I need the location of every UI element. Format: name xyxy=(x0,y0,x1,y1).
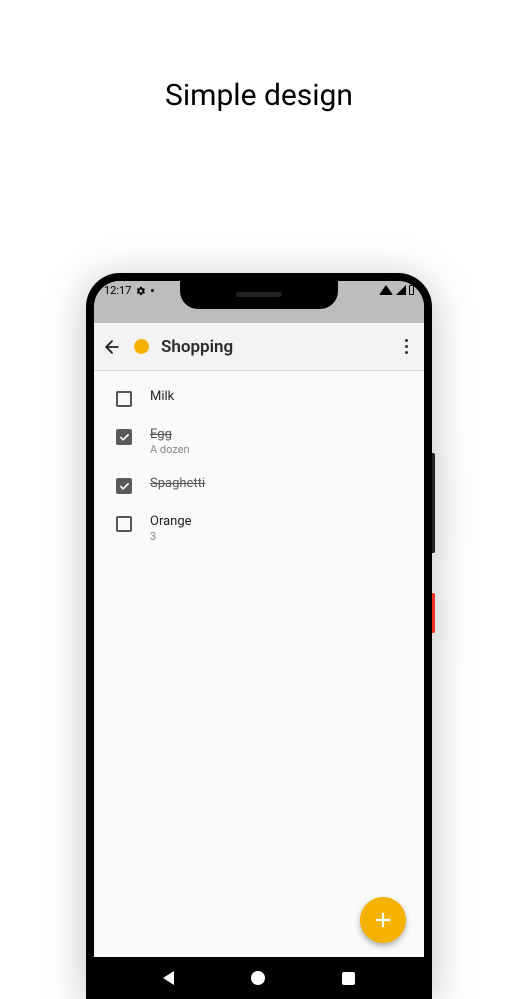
signal-icon xyxy=(396,285,406,295)
list-item[interactable]: Spaghetti xyxy=(94,466,424,504)
notch xyxy=(180,281,338,309)
item-title: Orange xyxy=(150,514,192,529)
overflow-menu-button[interactable] xyxy=(396,339,416,354)
app-bar: Shopping xyxy=(94,323,424,371)
promo-heading: Simple design xyxy=(0,78,518,113)
list-title: Shopping xyxy=(161,337,233,357)
device-frame: 12:17 Shopping xyxy=(86,273,432,999)
nav-recent-button[interactable] xyxy=(342,972,355,985)
item-checkbox[interactable] xyxy=(116,516,132,532)
item-subtitle: A dozen xyxy=(150,443,190,456)
item-subtitle: 3 xyxy=(150,530,192,543)
status-time: 12:17 xyxy=(104,285,131,296)
todo-list: Milk EggA dozen Spaghetti Orange3 xyxy=(94,371,424,561)
list-item[interactable]: EggA dozen xyxy=(94,417,424,466)
nav-home-button[interactable] xyxy=(251,971,265,985)
battery-icon xyxy=(409,285,414,295)
item-title: Egg xyxy=(150,427,190,442)
item-title: Spaghetti xyxy=(150,476,205,491)
plus-icon xyxy=(372,909,394,931)
item-checkbox[interactable] xyxy=(116,391,132,407)
item-checkbox[interactable] xyxy=(116,478,132,494)
item-checkbox[interactable] xyxy=(116,429,132,445)
check-icon xyxy=(119,481,130,492)
check-icon xyxy=(119,432,130,443)
status-dot-icon xyxy=(151,289,154,292)
list-color-dot xyxy=(134,339,149,354)
list-item[interactable]: Milk xyxy=(94,379,424,417)
nav-back-button[interactable] xyxy=(163,971,174,985)
arrow-left-icon xyxy=(102,337,122,357)
android-nav-bar xyxy=(94,957,424,999)
add-item-fab[interactable] xyxy=(360,897,406,943)
gear-icon xyxy=(136,286,146,296)
back-button[interactable] xyxy=(102,337,122,357)
item-title: Milk xyxy=(150,389,174,404)
wifi-icon xyxy=(379,285,393,295)
list-item[interactable]: Orange3 xyxy=(94,504,424,553)
